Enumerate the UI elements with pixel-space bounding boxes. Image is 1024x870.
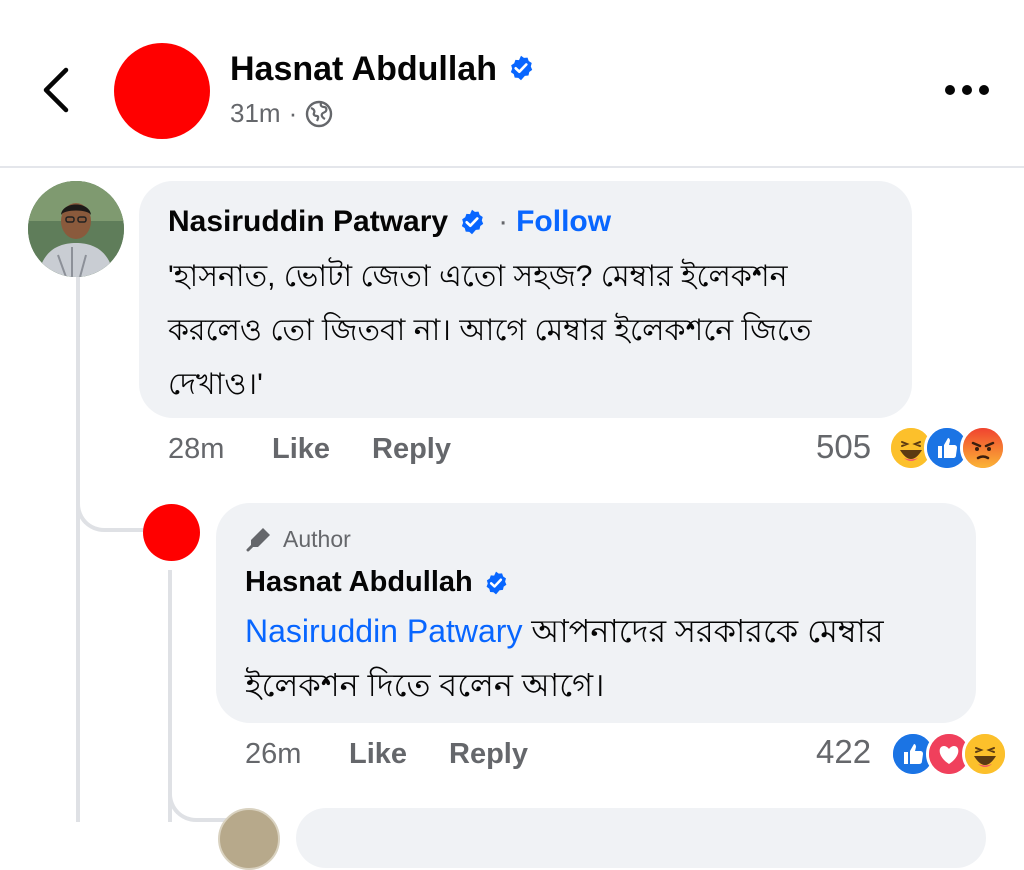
- header-divider: [0, 166, 1024, 168]
- commenter-avatar[interactable]: [28, 181, 124, 277]
- commenter-name[interactable]: Nasiruddin Patwary: [168, 205, 448, 239]
- reply-time[interactable]: 26m: [245, 738, 301, 771]
- more-options-icon[interactable]: [944, 82, 990, 98]
- comment-header: Nasiruddin Patwary · Follow: [168, 205, 611, 239]
- verified-badge-icon: [486, 571, 507, 594]
- reaction-count[interactable]: 422: [816, 733, 871, 771]
- reply-button: Reply: [449, 738, 528, 771]
- next-reply-bubble: [296, 808, 986, 868]
- thread-connector: [76, 470, 146, 532]
- reaction-summary[interactable]: [890, 731, 1008, 777]
- comment-time[interactable]: 28m: [168, 433, 224, 466]
- reaction-count[interactable]: 505: [816, 428, 871, 466]
- angry-icon: [960, 425, 1006, 471]
- author-badge: Author: [245, 525, 351, 553]
- reaction-summary[interactable]: [888, 425, 1006, 471]
- like-label[interactable]: Like: [349, 738, 407, 770]
- back-icon[interactable]: [38, 66, 78, 114]
- like-button: Like: [349, 738, 407, 771]
- meta-separator: ·: [288, 98, 298, 128]
- name-separator: ·: [498, 205, 509, 238]
- page-title[interactable]: Hasnat Abdullah: [230, 50, 535, 89]
- next-reply-avatar[interactable]: [218, 808, 280, 870]
- verified-badge-icon: [510, 55, 533, 81]
- reply-avatar[interactable]: [143, 504, 200, 561]
- author-badge-label: Author: [283, 525, 351, 552]
- author-name[interactable]: Hasnat Abdullah: [230, 50, 497, 88]
- post-meta: 31m ·: [230, 98, 333, 129]
- globe-icon: [306, 100, 333, 127]
- reply-label[interactable]: Reply: [449, 738, 528, 770]
- mention-link[interactable]: Nasiruddin Patwary: [245, 613, 522, 649]
- profile-photo-icon: [28, 181, 124, 277]
- follow-button[interactable]: Follow: [516, 205, 611, 239]
- reply-text: Nasiruddin Patwary আপনাদের সরকারকে মেম্ব…: [245, 604, 965, 712]
- pen-icon: [246, 528, 270, 552]
- verified-badge-icon: [461, 209, 484, 235]
- comment-text: 'হাসনাত, ভোটা জেতা এতো সহজ? মেম্বার ইলেক…: [168, 260, 812, 401]
- like-button: Like: [272, 433, 330, 466]
- thread-line: [76, 277, 80, 822]
- avatar[interactable]: [114, 43, 210, 139]
- like-label[interactable]: Like: [272, 433, 330, 465]
- reply-header: Hasnat Abdullah: [245, 566, 509, 599]
- reply-author-name[interactable]: Hasnat Abdullah: [245, 566, 473, 599]
- haha-icon: [962, 731, 1008, 777]
- reply-label[interactable]: Reply: [372, 433, 451, 465]
- post-time[interactable]: 31m: [230, 98, 281, 129]
- thread-connector: [168, 760, 228, 822]
- reply-button: Reply: [372, 433, 451, 466]
